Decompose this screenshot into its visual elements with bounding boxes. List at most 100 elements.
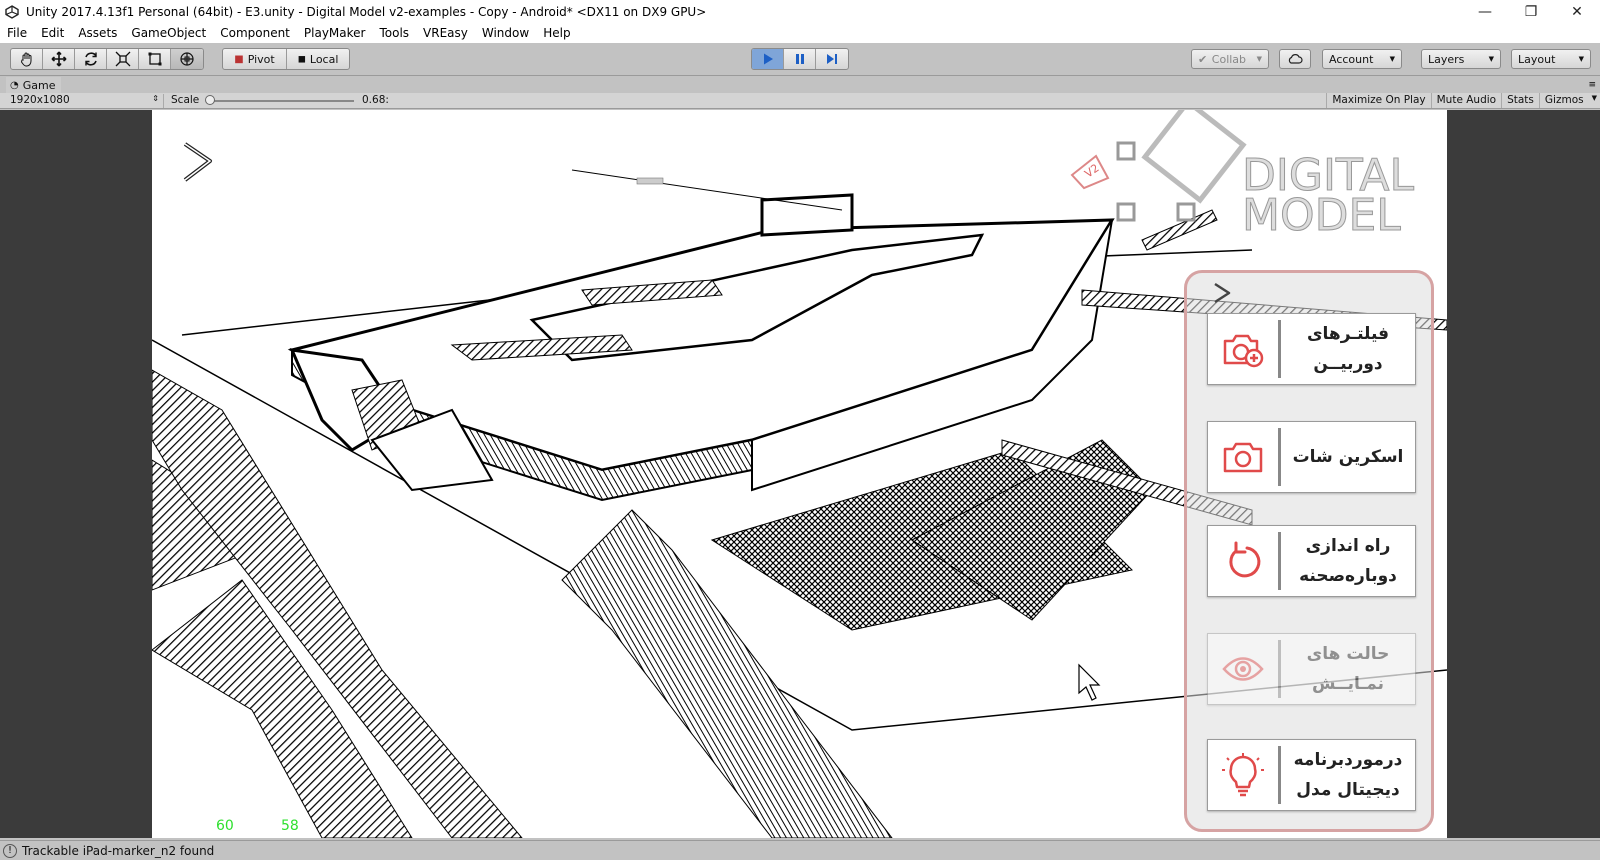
account-label: Account [1329, 52, 1374, 66]
menu-edit[interactable]: Edit [34, 26, 71, 40]
game-viewport[interactable]: V2 DIGITAL MODEL 60 58 فیلتـرهای دوربیــن… [0, 110, 1600, 838]
rotate-icon [84, 52, 97, 66]
scale-tool-button[interactable] [107, 49, 139, 69]
pacman-icon: ◔ [10, 79, 19, 91]
camera-filters-line2: دوربیــن [1313, 354, 1383, 374]
gizmos-dropdown[interactable]: Gizmos [1538, 93, 1589, 108]
screenshot-button[interactable]: اسکرین شات [1207, 421, 1416, 493]
menu-assets[interactable]: Assets [71, 26, 124, 40]
layers-label: Layers [1428, 52, 1465, 66]
unity-logo-icon [4, 4, 20, 20]
restart-scene-button[interactable]: راه اندازی دوباره‌صحنه [1207, 525, 1416, 597]
pivot-toggle-group: ■ Pivot ◼ Local [222, 48, 350, 70]
eye-icon [1222, 657, 1264, 681]
about-app-button[interactable]: درمورد‌برنامه دیجیتال مدل [1207, 739, 1416, 811]
info-icon: ! [3, 843, 17, 858]
title-bar: Unity 2017.4.13f1 Personal (64bit) - E3.… [0, 0, 1600, 23]
rotate-tool-button[interactable] [75, 49, 107, 69]
menu-component[interactable]: Component [213, 26, 297, 40]
chevron-down-icon[interactable]: ▼ [1589, 93, 1600, 108]
scale-slider-track[interactable] [208, 100, 354, 102]
collab-dropdown[interactable]: ✔ Collab ▼ [1191, 49, 1269, 69]
updown-icon: ⇕ [152, 94, 159, 103]
check-icon: ✔ [1198, 52, 1208, 66]
window-title: Unity 2017.4.13f1 Personal (64bit) - E3.… [26, 4, 707, 19]
fps-counter-a: 60 [216, 818, 234, 834]
menu-playmaker[interactable]: PlayMaker [297, 26, 373, 40]
playback-controls [751, 48, 849, 70]
tab-menu-icon[interactable]: ≡ [1588, 80, 1596, 90]
about-line2: دیجیتال مدل [1296, 780, 1400, 800]
collapse-chevron-icon[interactable] [1207, 278, 1237, 308]
resolution-value: 1920x1080 [10, 94, 70, 106]
pause-button[interactable] [784, 49, 816, 69]
local-button[interactable]: ◼ Local [287, 49, 349, 69]
account-dropdown[interactable]: Account ▼ [1322, 49, 1402, 69]
ar-scene[interactable]: V2 DIGITAL MODEL 60 58 فیلتـرهای دوربیــن… [152, 110, 1447, 838]
rect-tool-button[interactable] [139, 49, 171, 69]
hand-icon [20, 52, 31, 67]
scale-label: Scale [171, 94, 200, 106]
camera-filters-button[interactable]: فیلتـرهای دوربیــن [1207, 313, 1416, 385]
move-icon [51, 51, 66, 67]
restart-line2: دوباره‌صحنه [1299, 566, 1397, 586]
scale-slider-knob[interactable] [205, 95, 215, 105]
play-button[interactable] [752, 49, 784, 69]
screenshot-label: اسکرین شات [1292, 447, 1404, 467]
minimize-button[interactable]: — [1462, 0, 1508, 23]
cloud-icon [1288, 54, 1303, 64]
restore-button[interactable]: ❐ [1508, 0, 1554, 23]
restart-icon [1229, 541, 1261, 578]
transform-tools [10, 48, 204, 70]
logo-model: MODEL [1242, 190, 1401, 241]
menu-gameobject[interactable]: GameObject [124, 26, 213, 40]
chevron-down-icon: ▼ [1488, 55, 1494, 63]
game-tab-strip: ◔ Game ≡ [0, 77, 1600, 93]
cloud-button[interactable] [1279, 49, 1311, 69]
cube-icon: ◼ [297, 53, 306, 65]
resolution-dropdown[interactable]: 1920x1080 ⇕ [6, 94, 164, 108]
side-menu-panel: فیلتـرهای دوربیــن اسکرین شات راه اندازی د… [1184, 270, 1434, 832]
layers-dropdown[interactable]: Layers ▼ [1421, 49, 1501, 69]
menu-bar: File Edit Assets GameObject Component Pl… [0, 23, 1600, 43]
digital-model-logo [1070, 110, 1247, 222]
status-bar[interactable]: ! Trackable iPad-marker_n2 found [0, 840, 1600, 860]
step-button[interactable] [816, 49, 848, 69]
menu-vreasy[interactable]: VREasy [416, 26, 475, 40]
transform-tool-button[interactable] [171, 49, 203, 69]
fps-counter-b: 58 [281, 818, 299, 834]
pivot-button[interactable]: ■ Pivot [223, 49, 287, 69]
collab-label: Collab [1211, 52, 1247, 66]
close-button[interactable]: ✕ [1554, 0, 1600, 23]
mouse-cursor-icon [1078, 663, 1101, 701]
stats-toggle[interactable]: Stats [1501, 93, 1539, 108]
chevron-down-icon: ▼ [1578, 55, 1584, 63]
pivot-icon: ■ [234, 53, 244, 65]
game-tab-label: Game [22, 78, 56, 92]
game-tab[interactable]: ◔ Game [6, 77, 62, 93]
maximize-on-play-toggle[interactable]: Maximize On Play [1326, 93, 1430, 108]
menu-tools[interactable]: Tools [372, 26, 416, 40]
status-message: Trackable iPad-marker_n2 found [22, 843, 215, 858]
menu-file[interactable]: File [0, 26, 34, 40]
chevron-down-icon: ▼ [1256, 55, 1262, 63]
pivot-label: Pivot [247, 52, 275, 66]
menu-help[interactable]: Help [536, 26, 577, 40]
game-view-toolbar: 1920x1080 ⇕ Scale 0.68: Maximize On Play… [0, 93, 1600, 109]
move-tool-button[interactable] [43, 49, 75, 69]
chevron-down-icon: ▼ [1389, 55, 1395, 63]
menu-window[interactable]: Window [475, 26, 536, 40]
hand-tool-button[interactable] [11, 49, 43, 69]
local-label: Local [309, 52, 339, 66]
display-modes-button[interactable]: حالت های نمـایــش [1207, 633, 1416, 705]
layout-label: Layout [1518, 52, 1556, 66]
restart-line1: راه اندازی [1305, 536, 1391, 556]
camera-filters-line1: فیلتـرهای [1306, 324, 1390, 344]
camera-plus-icon [1223, 334, 1264, 368]
display-modes-line2: نمـایــش [1311, 674, 1384, 694]
scale-value: 0.68: [362, 94, 389, 106]
mute-audio-toggle[interactable]: Mute Audio [1430, 93, 1501, 108]
layout-dropdown[interactable]: Layout ▼ [1511, 49, 1591, 69]
play-icon [763, 53, 773, 65]
camera-icon [1223, 442, 1263, 473]
